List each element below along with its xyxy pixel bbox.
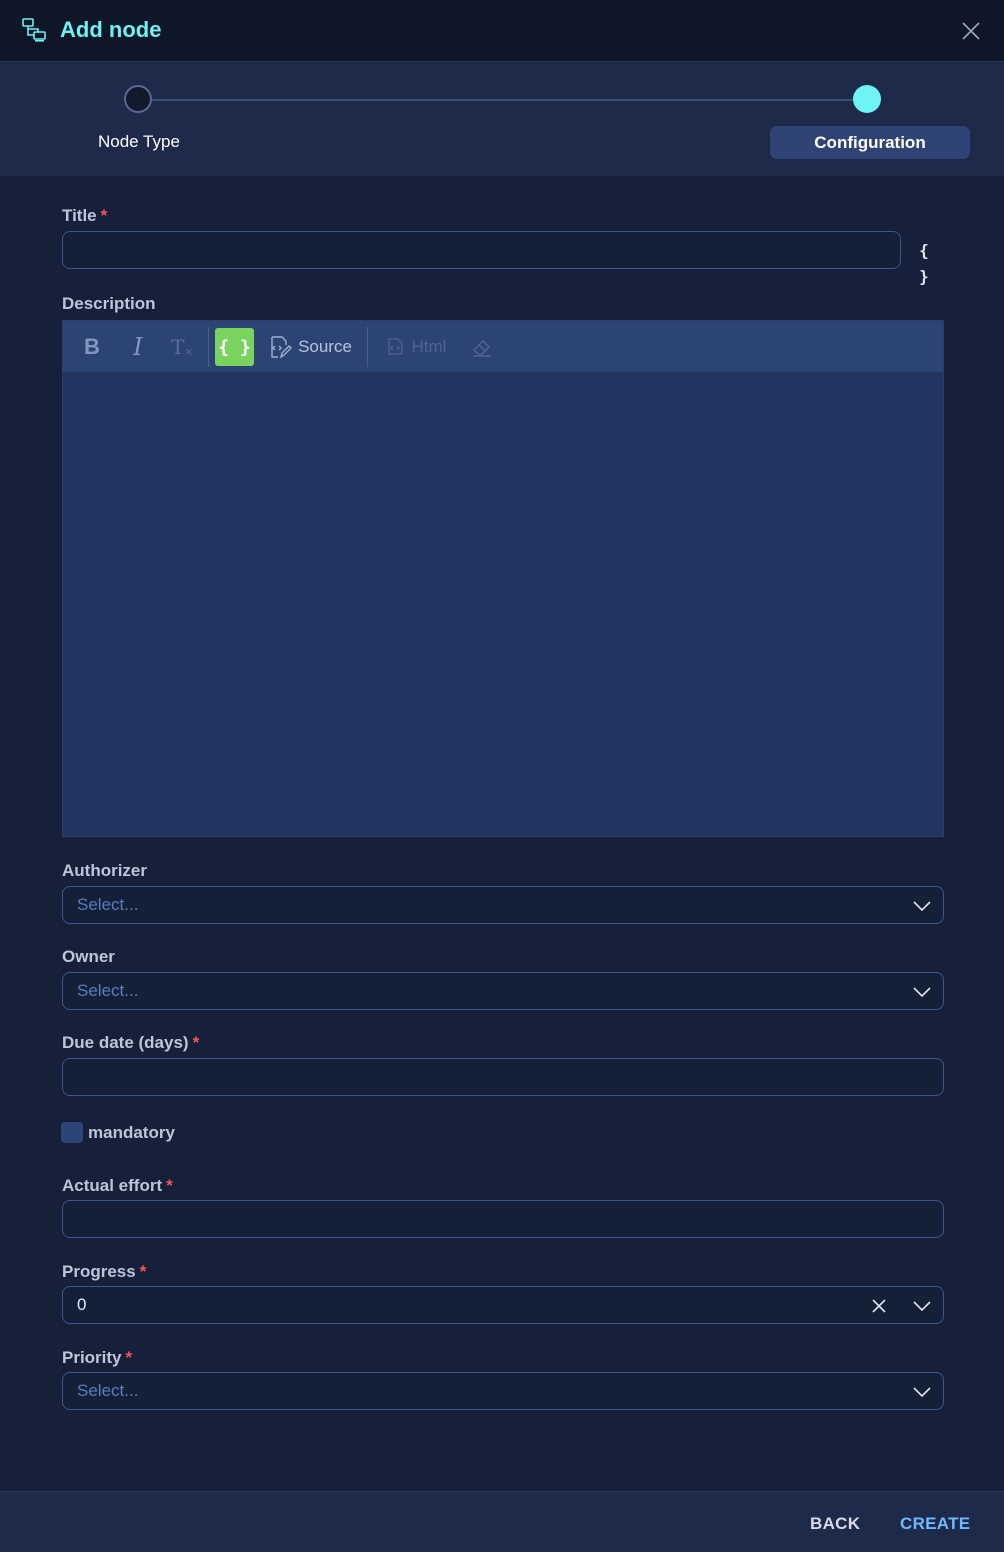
mandatory-checkbox[interactable] (61, 1122, 83, 1143)
source-edit-icon (271, 336, 293, 359)
create-button[interactable]: CREATE (900, 1514, 970, 1534)
toolbar-separator (208, 327, 209, 367)
italic-button[interactable]: I (123, 327, 153, 367)
bold-button[interactable]: B (77, 327, 107, 367)
description-text-area[interactable] (63, 372, 943, 836)
step-node-type-label[interactable]: Node Type (98, 132, 180, 152)
actual-effort-label: Actual effort * (62, 1176, 173, 1195)
close-icon[interactable] (960, 20, 982, 42)
progress-select[interactable]: 0 (62, 1286, 944, 1324)
step-node-type-dot[interactable] (124, 85, 152, 113)
priority-label: Priority * (62, 1348, 133, 1367)
due-date-input[interactable] (62, 1058, 944, 1096)
add-node-dialog: Add node Node Type Configuration Title * … (0, 0, 1004, 1552)
title-input[interactable] (62, 231, 901, 269)
step-configuration-label[interactable]: Configuration (770, 126, 970, 159)
remove-format-button[interactable] (469, 327, 495, 367)
clear-format-button[interactable]: T × (167, 327, 197, 367)
clear-format-x-icon: × (184, 346, 193, 358)
required-marker: * (192, 1033, 200, 1052)
back-button[interactable]: BACK (810, 1514, 860, 1534)
owner-label: Owner (62, 947, 115, 966)
source-button[interactable]: Source (267, 327, 353, 367)
stepper-connector (152, 99, 854, 101)
toolbar-separator (367, 327, 368, 367)
node-tree-icon (22, 18, 46, 42)
insert-variable-button[interactable]: { } (215, 328, 254, 366)
required-marker: * (166, 1176, 173, 1195)
required-marker: * (125, 1348, 133, 1367)
clear-icon[interactable] (872, 1299, 886, 1313)
title-label: Title * (62, 206, 108, 225)
html-embed-icon (387, 338, 403, 355)
owner-select[interactable]: Select... (62, 972, 944, 1010)
chevron-down-icon[interactable] (913, 897, 931, 915)
chevron-down-icon[interactable] (913, 1297, 931, 1315)
dialog-title: Add node (60, 17, 162, 42)
chevron-down-icon[interactable] (913, 1383, 931, 1401)
html-button[interactable]: Html (383, 327, 449, 367)
required-marker: * (139, 1262, 147, 1281)
stepper: Node Type Configuration (0, 62, 1004, 176)
step-configuration-dot[interactable] (853, 85, 881, 113)
description-label: Description (62, 294, 156, 313)
dialog-header: Add node (0, 0, 1004, 62)
title-variables-button[interactable]: { } (912, 238, 936, 286)
progress-label: Progress * (62, 1262, 147, 1281)
mandatory-label[interactable]: mandatory (88, 1123, 175, 1143)
actual-effort-input[interactable] (62, 1200, 944, 1238)
authorizer-label: Authorizer (62, 861, 147, 880)
editor-toolbar: B I T × { } Source Html (63, 321, 943, 372)
description-editor: B I T × { } Source Html (62, 320, 944, 837)
chevron-down-icon[interactable] (913, 983, 931, 1001)
eraser-icon (472, 339, 491, 357)
required-marker: * (100, 206, 108, 225)
dialog-footer: BACK CREATE (0, 1491, 1004, 1552)
authorizer-select[interactable]: Select... (62, 886, 944, 924)
due-date-label: Due date (days) * (62, 1033, 200, 1052)
priority-select[interactable]: Select... (62, 1372, 944, 1410)
